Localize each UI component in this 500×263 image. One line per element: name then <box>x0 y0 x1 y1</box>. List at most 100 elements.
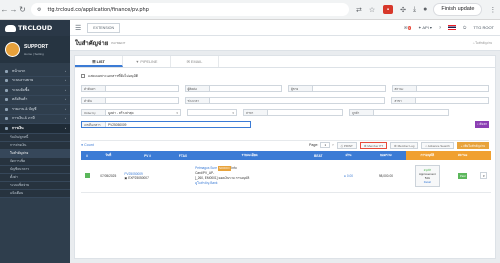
notification-icon[interactable]: ✉3 <box>404 25 412 30</box>
profile-icon[interactable]: ● <box>423 6 427 13</box>
translate-icon[interactable]: ⇄ <box>356 6 362 14</box>
pending-only-checkbox[interactable]: แสดงเฉพาะเอกสารที่ยังไม่อนุมัติ <box>81 73 489 79</box>
help-icon[interactable]: ? <box>439 25 441 30</box>
filter-field[interactable]: ผู้ขาย <box>288 85 386 92</box>
back-icon[interactable]: ← <box>0 5 9 14</box>
row-select[interactable] <box>81 160 94 193</box>
filter-field[interactable]: สถานะ <box>391 85 489 92</box>
field-label: สาขา <box>392 98 417 103</box>
info-tag[interactable]: Info <box>231 166 236 170</box>
ref-text: EXP25050007 <box>128 175 149 180</box>
finish-update-button[interactable]: Finish update <box>433 3 483 16</box>
forward-icon[interactable]: → <box>9 5 18 14</box>
menu-bullet-icon <box>5 107 8 111</box>
brand-logo[interactable]: TRCLOUD <box>0 20 70 36</box>
user-menu[interactable]: TTG ROOT <box>473 25 494 30</box>
view-tabs: ☰ LIST ▼ PIPELINE ✉ EMAIL <box>75 56 495 68</box>
more-menu-icon[interactable]: ⋮ <box>489 6 496 14</box>
col-header[interactable]: FTAX <box>172 151 194 160</box>
sidebar-item-label: รับเงิน/ลูกหนี้ <box>10 135 29 139</box>
tab-list[interactable]: ☰ LIST <box>75 56 123 67</box>
row-checkbox[interactable] <box>84 172 90 178</box>
sidebar-item-label: การจ่ายเงิน <box>10 143 27 147</box>
filter-form: แสดงเฉพาะเอกสารที่ยังไม่อนุมัติ คำค้นหา … <box>75 68 495 138</box>
view-voucher-link[interactable]: ดูใบสำคัญ <box>195 181 209 185</box>
filter-field[interactable]: คำค้นหา <box>81 85 179 92</box>
col-header[interactable]: ผ่าน <box>331 151 365 160</box>
sidebar-item[interactable]: การเงิน & ภาษี › <box>0 115 70 124</box>
field-value[interactable] <box>416 98 488 103</box>
site-info-icon[interactable]: ⚙ <box>37 7 41 13</box>
filter-field[interactable]: ลูกค้า <box>349 109 449 116</box>
field-value[interactable] <box>106 86 178 91</box>
extensions-puzzle-icon[interactable]: ✣ <box>400 6 406 14</box>
row-actions-dropdown[interactable]: ▾ <box>480 172 488 180</box>
sidebar-item[interactable]: ระบบจัดซื้อ › <box>0 86 70 96</box>
extension-button[interactable]: EXTENSION <box>87 22 121 33</box>
col-header <box>476 151 491 160</box>
download-icon[interactable]: ⤓ <box>413 6 416 14</box>
print-button[interactable]: ⎙ PRINT <box>336 141 357 149</box>
filter-row-1: คำค้นหา ผู้ติดต่อ ผู้ขาย สถานะ <box>81 85 489 92</box>
col-header[interactable]: รายละเอียด <box>194 151 305 160</box>
sidebar-item[interactable]: รายงาน & บัญชี › <box>0 105 70 115</box>
bookmark-star-icon[interactable]: ☆ <box>369 6 375 14</box>
reload-icon[interactable]: ↻ <box>18 5 27 14</box>
field-value[interactable] <box>106 98 178 103</box>
col-header[interactable]: การอนุมัติ <box>406 151 449 160</box>
member-pt-button[interactable]: ⚙ Member PT <box>359 141 388 149</box>
field-value[interactable]: มูลค่า - สร้างล่าสุด <box>106 110 180 115</box>
tab-email[interactable]: ✉ EMAIL <box>171 56 219 67</box>
sidebar-item[interactable]: หน้าแรก › <box>0 67 70 77</box>
bank-link[interactable]: Bank <box>210 181 217 185</box>
thai-flag-icon[interactable] <box>448 25 457 30</box>
col-header[interactable]: วันที่ <box>93 151 123 160</box>
breadcrumb[interactable]: ⌂ ใบสำคัญจ่าย <box>473 41 492 46</box>
search-button[interactable]: ⌕ ค้นหา <box>475 121 489 128</box>
extension-icon[interactable]: ■ <box>383 5 394 14</box>
col-header[interactable]: # <box>81 151 93 160</box>
doc-number-field[interactable]: เลขที่เอกสาร PV25050009 <box>81 121 251 128</box>
address-bar[interactable]: ⚙ ttg.trcloud.co/application/finance/pv.… <box>31 3 349 16</box>
filter-field[interactable]: ผู้ติดต่อ <box>184 85 282 92</box>
field-value[interactable] <box>210 86 282 91</box>
sidebar-item[interactable]: ระบบงานขาย › <box>0 77 70 86</box>
add-pv-button[interactable]: + เพิ่มใบสำคัญจ่าย <box>456 141 489 149</box>
filter-field[interactable]: สาขา <box>391 97 489 104</box>
avatar[interactable] <box>5 42 20 57</box>
api-menu[interactable]: ✦ API ▾ <box>418 25 432 30</box>
field-value[interactable] <box>313 86 385 91</box>
filter-field[interactable]: ช่วงเวลา <box>184 97 386 104</box>
next-page-icon[interactable]: › <box>332 143 333 147</box>
approval-cell: อนุมัติ Approvement รอน Detail <box>406 160 449 193</box>
col-header[interactable]: ยอดรวม <box>366 151 406 160</box>
col-header[interactable]: สถานะ <box>448 151 477 160</box>
advance-search-button[interactable]: ⌕ Advance Search <box>421 141 454 149</box>
field-value[interactable] <box>417 86 489 91</box>
col-header[interactable]: BEAT <box>305 151 331 160</box>
col-header[interactable]: PV # <box>123 151 171 160</box>
filter-field[interactable]: คำค้น <box>81 97 179 104</box>
filter-field[interactable]: สาขา <box>243 109 343 116</box>
approval-box[interactable]: อนุมัติ Approvement รอน Detail <box>414 164 440 187</box>
table-row[interactable]: 07/05/2025 PV25050009 ▣ EXP25050007 Petm… <box>81 160 491 193</box>
order-direction-select[interactable] <box>187 109 237 116</box>
approval-detail-link[interactable]: Detail <box>419 180 436 184</box>
field-value[interactable] <box>374 110 448 115</box>
vendor-link[interactable]: Petmagus Sure <box>195 166 217 170</box>
field-value[interactable] <box>210 98 385 103</box>
hamburger-menu-icon[interactable]: ☰ <box>75 24 81 32</box>
order-by-select[interactable]: Order by มูลค่า - สร้างล่าสุด <box>81 109 181 116</box>
checkbox-box[interactable] <box>81 74 85 78</box>
user-links[interactable]: Home | Setting <box>24 52 48 56</box>
page-input[interactable]: 1 <box>320 142 331 148</box>
field-value[interactable] <box>268 110 342 115</box>
member-log-button[interactable]: ⚙ Member Log <box>390 141 419 149</box>
tab-pipeline[interactable]: ▼ PIPELINE <box>123 56 171 67</box>
user-profile: SUPPORT Home | Setting <box>0 36 70 63</box>
sidebar-item[interactable]: แจ้งเตือน <box>0 189 70 198</box>
field-value[interactable] <box>188 110 236 115</box>
doc-number-input[interactable]: PV25050009 <box>106 122 250 127</box>
power-icon[interactable]: ⏻ <box>463 25 466 30</box>
